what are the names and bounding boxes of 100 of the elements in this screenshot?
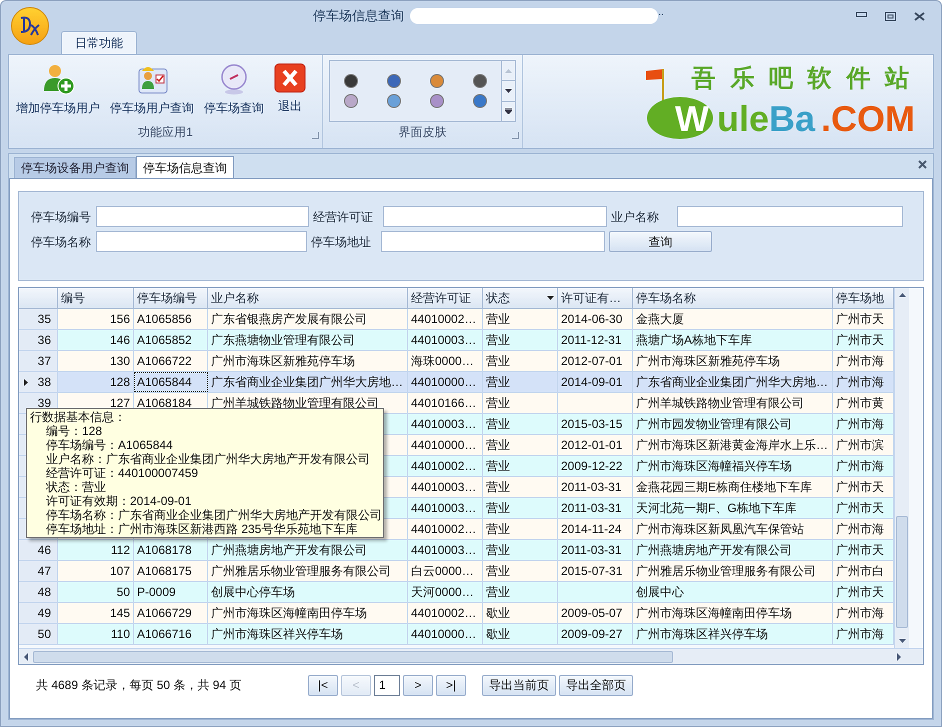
table-cell: 天河0000…: [408, 582, 483, 602]
table-cell: 广州市海珠区祥兴停车场: [208, 624, 408, 644]
ribbon-button[interactable]: 停车场查询: [201, 59, 267, 117]
document-tab[interactable]: 停车场信息查询: [136, 156, 234, 178]
vertical-scrollbar[interactable]: [894, 288, 909, 648]
ribbon-button[interactable]: 退出: [271, 59, 309, 115]
close-icon[interactable]: [914, 12, 925, 20]
table-cell: 44010002…: [408, 519, 483, 539]
table-cell: 2009-09-27: [558, 624, 633, 644]
table-row[interactable]: 38 128 A1065844 广东省商业企业集团广州华大房地… 44010000… 营业 2014-09-01 广东省商业企业集团广州华大房地… 广州市海: [19, 372, 894, 393]
last-page-button[interactable]: >|: [436, 674, 466, 696]
table-row[interactable]: 48 50 P-0009 创展中心停车场 天河0000… 营业 创展中心 广州市天: [19, 582, 894, 603]
row-header[interactable]: 47: [19, 561, 58, 581]
table-row[interactable]: 50 110 A1066716 广州市海珠区祥兴停车场 44010000… 歇业 2009-09-27 广州市海珠区祥兴停车场 广州市海: [19, 624, 894, 645]
table-cell: 广州市海珠区祥兴停车场: [633, 624, 833, 644]
maximize-icon[interactable]: [885, 12, 896, 20]
table-row[interactable]: 46 112 A1068178 广州燕塘房地产开发有限公司 44010003… 营业 2011-03-31 广州燕塘房地产开发有限公司 广州市天: [19, 540, 894, 561]
skin-swatch[interactable]: [472, 74, 487, 88]
input-field[interactable]: [96, 206, 309, 227]
table-cell: A1066729: [134, 603, 208, 623]
ribbon-button[interactable]: 增加停车场用户: [13, 59, 103, 117]
table-row[interactable]: 35 156 A1065856 广东省银燕房产发展有限公司 44010002… 营业 2014-06-30 金燕大厦 广州市天: [19, 309, 894, 330]
table-cell: 创展中心停车场: [208, 582, 408, 602]
row-header[interactable]: 37: [19, 351, 58, 371]
table-cell: 营业: [483, 477, 558, 497]
table-cell: 44010000…: [408, 435, 483, 455]
skin-swatch[interactable]: [344, 94, 358, 108]
skin-swatch[interactable]: [430, 74, 444, 88]
row-header[interactable]: 46: [19, 540, 58, 560]
table-cell: 146: [58, 330, 134, 350]
next-page-button[interactable]: >: [403, 674, 433, 696]
table-cell: 广州市海珠区新凤凰汽车保管站: [633, 519, 833, 539]
table-cell: 营业: [483, 435, 558, 455]
table-cell: 2014-11-24: [558, 519, 633, 539]
input-field[interactable]: [381, 231, 605, 252]
column-header[interactable]: 业户名称: [208, 288, 408, 308]
table-cell: 2011-12-31: [558, 330, 633, 350]
row-header[interactable]: 38: [19, 372, 58, 392]
input-field[interactable]: [383, 206, 607, 227]
ribbon-tab[interactable]: 日常功能: [61, 31, 137, 54]
table-cell: 广州雅居乐物业管理服务有限公司: [208, 561, 408, 581]
input-field[interactable]: [677, 206, 903, 227]
table-cell: 2014-09-01: [558, 372, 633, 392]
table-cell: 156: [58, 309, 134, 329]
first-page-button[interactable]: |<: [308, 674, 338, 696]
table-cell: 广州市海珠区新雅苑停车场: [633, 351, 833, 371]
minimize-icon[interactable]: [856, 12, 867, 18]
skin-swatch[interactable]: [387, 74, 402, 88]
skin-swatch[interactable]: [472, 94, 487, 108]
table-cell: 44010000…: [408, 624, 483, 644]
page-input[interactable]: 1: [374, 674, 400, 696]
input-field[interactable]: [96, 231, 307, 252]
close-icon[interactable]: [918, 160, 927, 169]
column-header[interactable]: 编号: [58, 288, 134, 308]
table-cell: 44010002…: [408, 456, 483, 476]
table-row[interactable]: 49 145 A1066729 广州市海珠区海幢南田停车场 44010002… 歇业 2009-05-07 广州市海珠区海幢南田停车场 广州市海: [19, 603, 894, 624]
table-row[interactable]: 36 146 A1065852 广东燕塘物业管理有限公司 44010003… 营业 2011-12-31 燕塘广场A栋地下车库 广州市天: [19, 330, 894, 351]
skin-swatch[interactable]: [387, 94, 402, 108]
table-cell: 130: [58, 351, 134, 371]
skin-swatch[interactable]: [430, 94, 444, 108]
document-tab[interactable]: 停车场设备用户查询: [14, 157, 136, 178]
current-row-icon: [24, 378, 28, 386]
column-header[interactable]: 许可证有…: [558, 288, 633, 308]
column-header[interactable]: 状态: [483, 288, 558, 308]
row-header[interactable]: 48: [19, 582, 58, 602]
app-logo[interactable]: [11, 7, 49, 45]
table-cell: 金燕花园三期E栋商住楼地下车库: [633, 477, 833, 497]
table-row[interactable]: 47 107 A1068175 广州雅居乐物业管理服务有限公司 白云0000… 营业 2015-07-31 广州雅居乐物业管理服务有限公司 广州市白: [19, 561, 894, 582]
table-cell: 燕塘广场A栋地下车库: [633, 330, 833, 350]
row-header[interactable]: 36: [19, 330, 58, 350]
tooltip-line: 停车场名称：广东省商业企业集团广州华大房地产开发有限公司: [46, 508, 382, 522]
table-cell: 营业: [483, 456, 558, 476]
export-page-button[interactable]: 导出当前页: [482, 674, 556, 696]
dialog-launcher-icon[interactable]: [512, 132, 519, 139]
row-header[interactable]: 35: [19, 309, 58, 329]
table-row[interactable]: 37 130 A1066722 广州市海珠区新雅苑停车场 海珠0000… 营业 2012-07-01 广州市海珠区新雅苑停车场 广州市海: [19, 351, 894, 372]
row-header[interactable]: 50: [19, 624, 58, 644]
ribbon-button[interactable]: 停车场用户查询: [107, 59, 197, 117]
column-header[interactable]: 停车场名称: [633, 288, 833, 308]
column-header[interactable]: 经营许可证: [408, 288, 483, 308]
table-cell: 广州雅居乐物业管理服务有限公司: [633, 561, 833, 581]
table-cell: P-0009: [134, 582, 208, 602]
table-cell: 44010002…: [408, 309, 483, 329]
logo-mark: .COM: [821, 98, 915, 138]
filter-dropdown-icon[interactable]: [547, 296, 554, 300]
column-header[interactable]: 停车场编号: [134, 288, 208, 308]
table-cell: 广东省银燕房产发展有限公司: [208, 309, 408, 329]
skin-swatch[interactable]: [344, 74, 358, 88]
table-cell: 2011-03-31: [558, 498, 633, 518]
table-cell: 广州市海珠区海幢福兴停车场: [633, 456, 833, 476]
table-cell: 44010003…: [408, 414, 483, 434]
table-cell: 128: [58, 372, 134, 392]
table-cell: 2015-03-15: [558, 414, 633, 434]
dialog-launcher-icon[interactable]: [312, 132, 319, 139]
table-cell: A1065844: [134, 372, 208, 392]
horizontal-scrollbar[interactable]: [19, 648, 923, 664]
export-all-button[interactable]: 导出全部页: [559, 674, 633, 696]
row-header[interactable]: 49: [19, 603, 58, 623]
query-button[interactable]: 查询: [609, 231, 712, 252]
table-cell: 营业: [483, 330, 558, 350]
